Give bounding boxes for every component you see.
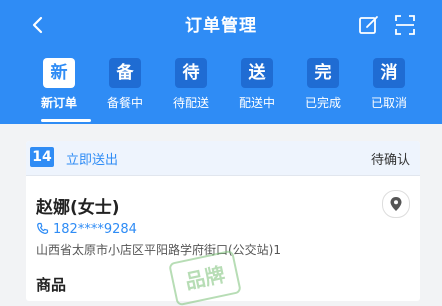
tab-label: 备餐中 — [106, 96, 143, 110]
location-button[interactable] — [382, 190, 410, 218]
location-pin-icon — [390, 197, 402, 211]
tab-label: 配送中 — [238, 96, 275, 110]
tab-badge: 完 — [307, 58, 339, 88]
header: 订单管理 新 新订单 备 备餐中 待 待配送 送 配送中 完 已完成 消 已取消 — [0, 0, 442, 124]
tab-badge: 送 — [241, 58, 273, 88]
tab-label: 已取消 — [370, 96, 407, 110]
goods-section-label: 商品 — [36, 276, 67, 294]
tab-preparing[interactable]: 备 备餐中 — [92, 56, 158, 122]
tab-badge: 新 — [43, 58, 75, 88]
order-card-header: 14 立即送出 待确认 — [26, 141, 420, 176]
tab-label: 新订单 — [40, 96, 77, 110]
phone-icon — [37, 222, 49, 234]
tab-new-orders[interactable]: 新 新订单 — [26, 56, 92, 122]
status-badge: 待确认 — [370, 153, 410, 168]
tab-badge: 备 — [109, 58, 141, 88]
customer-name: 赵娜(女士) — [36, 198, 120, 218]
delivery-address: 山西省太原市小店区平阳路学府街口(公交站)1 — [36, 243, 281, 257]
status-tabs: 新 新订单 备 备餐中 待 待配送 送 配送中 完 已完成 消 已取消 — [0, 56, 442, 122]
scan-icon[interactable] — [394, 14, 416, 36]
tab-delivering[interactable]: 送 配送中 — [224, 56, 290, 122]
edit-icon[interactable] — [358, 14, 380, 36]
tab-badge: 待 — [175, 58, 207, 88]
customer-phone-link[interactable]: 182****9284 — [36, 222, 137, 237]
tab-label: 待配送 — [172, 96, 209, 110]
tab-label: 已完成 — [304, 96, 341, 110]
delivery-type: 立即送出 — [66, 153, 119, 168]
active-tab-indicator — [41, 119, 91, 122]
tab-cancelled[interactable]: 消 已取消 — [356, 56, 422, 122]
order-number: 14 — [30, 147, 54, 167]
tab-awaiting-delivery[interactable]: 待 待配送 — [158, 56, 224, 122]
tab-completed[interactable]: 完 已完成 — [290, 56, 356, 122]
phone-number: 182****9284 — [53, 222, 137, 237]
tab-badge: 消 — [373, 58, 405, 88]
